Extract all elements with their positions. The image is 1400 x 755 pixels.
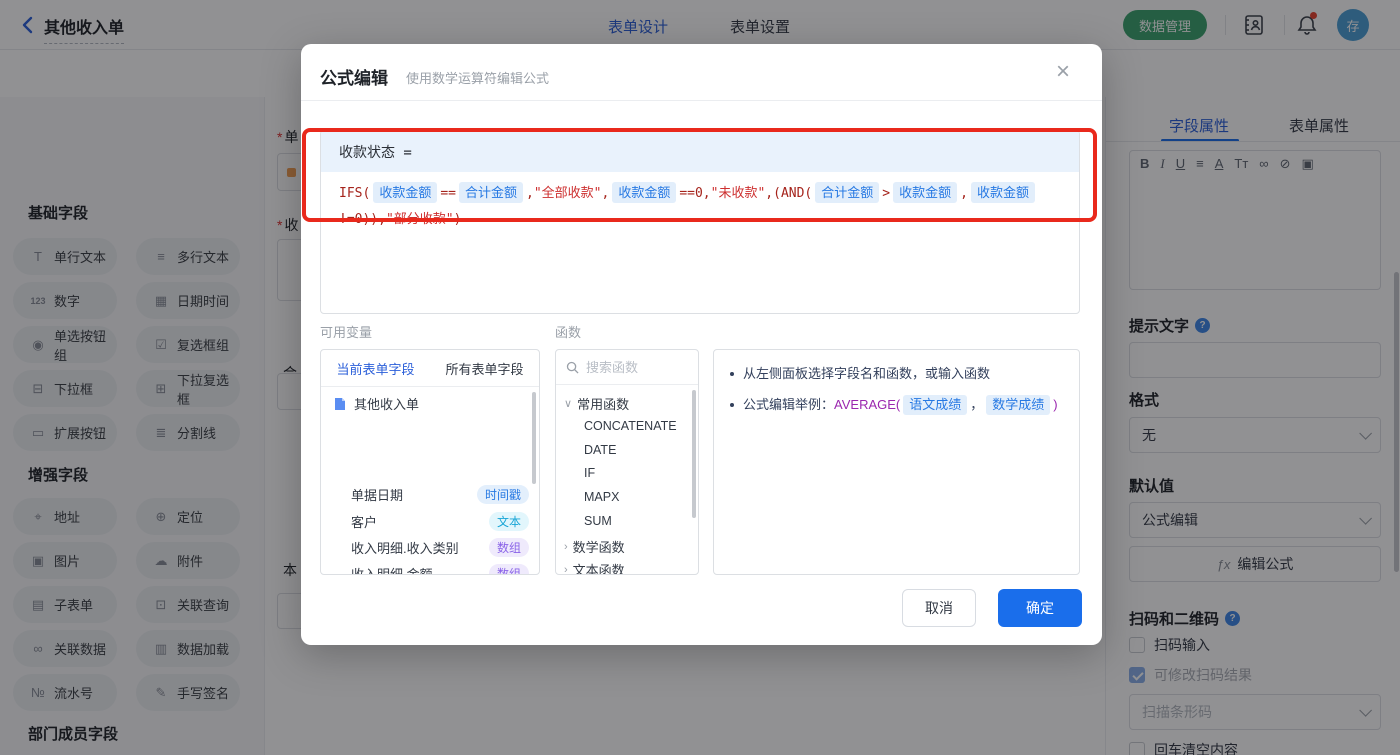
- tab-all-form-fields[interactable]: 所有表单字段: [430, 359, 539, 378]
- functions-panel: ∨常用函数 CONCATENATE DATE IF MAPX SUM ›数学函数…: [555, 349, 699, 575]
- modal-subtitle: 使用数学运算符编辑公式: [406, 71, 550, 86]
- field-token[interactable]: 收款金额: [373, 182, 438, 203]
- field-token[interactable]: 收款金额: [970, 182, 1035, 203]
- function-item[interactable]: MAPX: [584, 490, 619, 504]
- app-root: 其他收入单 表单设计 表单设置 数据管理 存 ∞ 表单外链 ‹/› 后端脚本 ▥…: [0, 0, 1400, 755]
- search-icon: [566, 361, 579, 374]
- type-badge: 数组: [488, 537, 529, 557]
- document-icon: [335, 397, 345, 410]
- modal-title: 公式编辑: [320, 69, 388, 88]
- variable-row[interactable]: 客户 文本: [351, 508, 529, 534]
- function-group-common[interactable]: ∨ 常用函数: [564, 394, 629, 413]
- function-group-text[interactable]: › 文本函数: [564, 560, 625, 575]
- variables-label: 可用变量: [320, 325, 373, 340]
- chevron-open-icon: ∨: [564, 398, 573, 410]
- tip-example-line: 公式编辑举例：AVERAGE(语文成绩，数学成绩): [730, 394, 1063, 416]
- variables-scrollbar[interactable]: [532, 392, 536, 484]
- confirm-button[interactable]: 确定: [998, 589, 1082, 627]
- variable-row[interactable]: 收入明细.收入类别 数组: [351, 534, 529, 560]
- field-token[interactable]: 合计金额: [458, 182, 523, 203]
- variables-tabs: 当前表单字段 所有表单字段: [321, 350, 539, 387]
- function-item[interactable]: SUM: [584, 514, 612, 528]
- function-item[interactable]: DATE: [584, 443, 616, 457]
- variables-panel: 当前表单字段 所有表单字段 其他收入单 业务员成员 单据日期时间戳 客户文本 收…: [320, 349, 540, 575]
- type-badge: 文本: [488, 511, 529, 531]
- tips-panel: 从左侧面板选择字段名和函数，或输入函数 公式编辑举例：AVERAGE(语文成绩，…: [713, 349, 1080, 575]
- field-token[interactable]: 收款金额: [893, 182, 958, 203]
- function-item[interactable]: CONCATENATE: [584, 419, 677, 433]
- variable-row[interactable]: 单据日期 时间戳: [351, 481, 529, 507]
- field-token: 数学成绩: [986, 395, 1051, 415]
- field-token[interactable]: 收款金额: [612, 182, 677, 203]
- formula-function: IFS(: [339, 186, 371, 201]
- tab-current-form-fields[interactable]: 当前表单字段: [321, 359, 430, 378]
- formula-editor[interactable]: 收款状态 = IFS(收款金额 == 合计金额 ,"全部收款", 收款金额 ==0,"未收…: [320, 130, 1080, 314]
- field-token: 语文成绩: [903, 395, 968, 415]
- variable-row[interactable]: 收入明细.金额 数组: [351, 560, 529, 574]
- divider: [301, 100, 1102, 101]
- type-badge: 时间戳: [476, 484, 529, 504]
- formula-target-band: 收款状态 =: [321, 131, 1079, 172]
- type-badge: 数组: [488, 563, 529, 574]
- chevron-closed-icon: ›: [564, 540, 568, 553]
- bullet-icon: [730, 403, 734, 407]
- close-icon[interactable]: ×: [1056, 60, 1070, 84]
- function-search-input[interactable]: [586, 359, 681, 375]
- functions-label: 函数: [555, 325, 582, 340]
- variables-tree-root[interactable]: 其他收入单: [333, 394, 419, 413]
- field-token[interactable]: 合计金额: [815, 182, 880, 203]
- formula-editor-modal: 公式编辑 使用数学运算符编辑公式 × 收款状态 = IFS(收款金额 == 合计金额…: [301, 44, 1102, 645]
- chevron-closed-icon: ›: [564, 563, 568, 575]
- tip-line: 从左侧面板选择字段名和函数，或输入函数: [730, 363, 1063, 385]
- function-group-math[interactable]: › 数学函数: [564, 537, 625, 556]
- function-item[interactable]: IF: [584, 466, 595, 480]
- example-function: AVERAGE(: [834, 397, 901, 412]
- function-search[interactable]: [556, 350, 698, 385]
- bullet-icon: [730, 372, 734, 376]
- cancel-button[interactable]: 取消: [902, 589, 976, 627]
- functions-scrollbar[interactable]: [692, 390, 696, 518]
- formula-expression[interactable]: IFS(收款金额 == 合计金额 ,"全部收款", 收款金额 ==0,"未收款",(AND…: [321, 172, 1079, 313]
